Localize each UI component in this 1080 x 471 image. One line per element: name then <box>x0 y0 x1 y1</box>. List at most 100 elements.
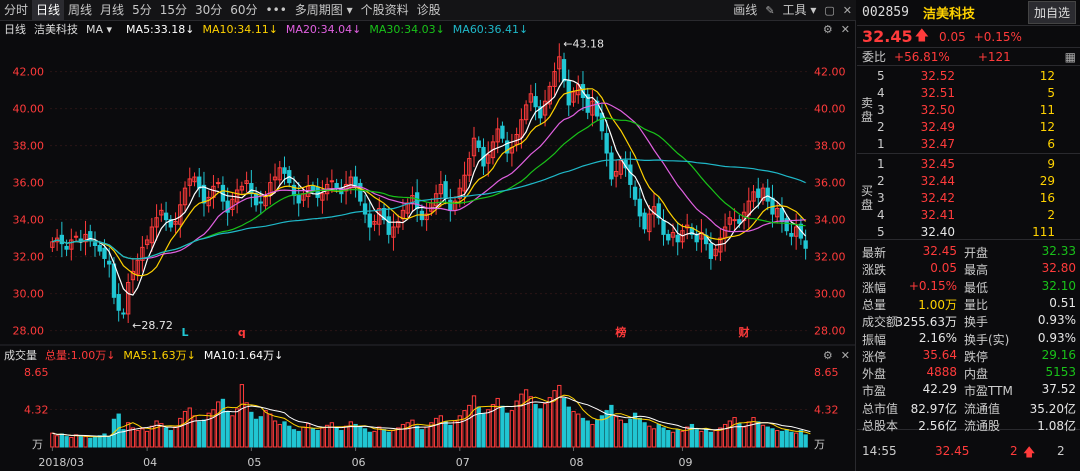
quote-row: 振幅 2.16% 换手(实) 0.93% <box>862 331 1076 348</box>
volume-bar <box>467 404 472 448</box>
volume-bar <box>618 419 624 448</box>
bid-price: 32.41 <box>920 208 955 222</box>
volume-bar <box>386 431 391 448</box>
volume-bar <box>362 428 368 448</box>
volume-bar <box>116 413 121 448</box>
quote-value: 32.10 <box>1041 278 1076 293</box>
quote-label: 最高 <box>964 263 989 278</box>
quote-label: 量比 <box>964 297 989 312</box>
volume-bar <box>779 430 785 448</box>
stock-header: 002859 洁美科技 加自选 <box>857 0 1080 26</box>
ask-row[interactable]: 4 32.51 5 <box>877 86 1077 103</box>
event-marker[interactable]: 财 <box>738 325 750 339</box>
candle-body <box>116 294 121 311</box>
volume-bar <box>377 426 382 448</box>
quote-row: 成交额 3255.63万 换手 0.93% <box>862 313 1076 330</box>
volume-bar <box>69 436 74 448</box>
quote-label: 换手(实) <box>964 332 1010 347</box>
volume-bar <box>585 420 590 448</box>
volume-bar <box>613 416 619 448</box>
volume-bar <box>471 395 477 448</box>
volume-bar <box>637 417 642 448</box>
event-marker[interactable]: 榜 <box>615 325 626 339</box>
quote-value: 1.08亿 <box>1037 419 1076 433</box>
volume-bar <box>647 425 652 448</box>
volume-bar <box>803 434 808 448</box>
volume-bar <box>343 425 349 448</box>
quote-row: 总量 1.00万 量比 0.51 <box>862 296 1076 313</box>
ask-row[interactable]: 2 32.49 12 <box>877 120 1077 137</box>
add-watchlist-button[interactable]: 加自选 <box>1027 1 1076 24</box>
candle-body <box>97 245 102 252</box>
quote-table: 最新 32.45 开盘 32.33 涨跌 0.05 最高 32.80 涨幅 +0.15% 最低 32.… <box>857 240 1080 433</box>
quote-label: 内盘 <box>964 367 989 382</box>
candle-body <box>732 219 737 222</box>
event-marker[interactable]: L <box>182 326 189 339</box>
candle-body <box>353 176 358 187</box>
quote-label: 换手 <box>964 315 989 330</box>
candle-body <box>358 183 363 202</box>
quote-value: 35.64 <box>922 347 957 362</box>
tick-volume: 2 <box>1010 444 1018 458</box>
sell-side-label: 卖盘 <box>860 96 873 124</box>
y-tick-left: 30.00 <box>13 288 45 301</box>
volume-bar <box>770 428 775 448</box>
volume-bar <box>514 400 519 448</box>
bid-row[interactable]: 2 32.44 29 <box>877 174 1077 191</box>
ma60-line <box>52 158 806 260</box>
ask-row[interactable]: 3 32.50 11 <box>877 103 1077 120</box>
order-ratio-row: 委比 +56.81% +121 ▦ <box>857 48 1080 66</box>
quote-row: 涨跌 0.05 最高 32.80 <box>862 261 1076 278</box>
grid-icon[interactable]: ▦ <box>1065 50 1076 64</box>
bid-row[interactable]: 3 32.42 16 <box>877 191 1077 208</box>
candlestick-chart[interactable]: 28.00 28.00 30.00 30.00 32.00 32.00 34.00 34.00… <box>0 0 856 471</box>
volume-bar <box>452 420 458 448</box>
volume-bar <box>760 424 766 448</box>
candle-body <box>111 263 117 298</box>
volume-bar <box>230 415 235 448</box>
y-tick-right: 30.00 <box>814 288 846 301</box>
candle-body <box>500 125 505 139</box>
volume-bar <box>107 436 112 448</box>
volume-bar <box>372 430 377 448</box>
y-tick-left: 36.00 <box>13 177 45 190</box>
volume-bar <box>234 408 240 448</box>
volume-bar <box>159 423 164 448</box>
candle-body <box>533 96 538 108</box>
volume-bar <box>130 427 136 448</box>
candle-body <box>310 185 316 191</box>
event-marker[interactable]: q <box>238 326 246 339</box>
volume-bar <box>538 408 543 448</box>
volume-bar <box>462 410 467 448</box>
ask-price: 32.47 <box>920 137 955 151</box>
volume-bar <box>216 401 221 448</box>
volume-bar <box>557 384 562 448</box>
volume-bar <box>642 422 647 448</box>
ask-row[interactable]: 5 32.52 12 <box>877 69 1077 86</box>
bid-volume: 16 <box>1039 191 1055 205</box>
volume-bar <box>519 393 524 448</box>
bid-row[interactable]: 1 32.45 9 <box>877 157 1077 174</box>
volume-bar <box>523 389 529 448</box>
bid-row[interactable]: 4 32.41 2 <box>877 208 1077 225</box>
candle-body <box>367 213 372 228</box>
volume-bar <box>433 417 439 448</box>
ask-row[interactable]: 1 32.47 6 <box>877 137 1077 154</box>
y-tick-left: 34.00 <box>13 214 45 227</box>
quote-label: 最低 <box>964 280 989 295</box>
volume-bar <box>680 430 685 448</box>
volume-bar <box>595 419 600 448</box>
tick-row: 14:55 32.45 2 🡅 2 <box>857 440 1080 464</box>
settings-icon[interactable]: ⚙ <box>823 349 833 362</box>
chart-panel: 分时 日线 周线 月线 5分 15分 30分 60分 ••• 多周期图 ▾ 个股资料 诊股 画线 ✎ … <box>0 0 856 471</box>
quote-label: 涨幅 <box>862 280 887 295</box>
candle-body <box>334 183 339 189</box>
volume-bar <box>320 427 325 448</box>
quote-value: 3255.63万 <box>895 315 957 330</box>
volume-bar <box>73 434 79 448</box>
volume-bar <box>272 420 278 448</box>
close-volume-icon[interactable]: ✕ <box>841 349 850 362</box>
ratio-diff: +121 <box>977 49 1011 64</box>
candle-body <box>737 219 742 224</box>
ask-volume: 12 <box>1039 120 1055 134</box>
